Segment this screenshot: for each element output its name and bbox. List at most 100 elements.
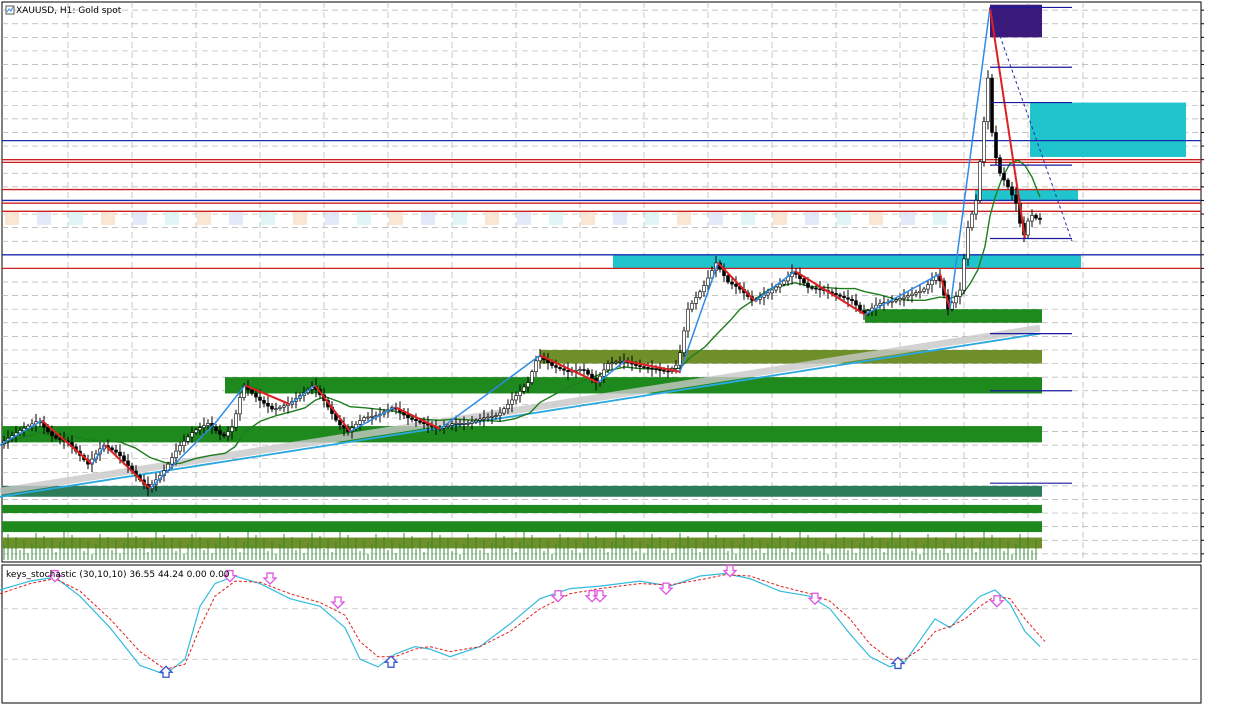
candle-body — [974, 200, 978, 215]
candle-body — [498, 412, 502, 416]
candle-body — [174, 450, 178, 458]
candle-body — [482, 417, 486, 420]
candle-body — [450, 423, 454, 426]
candle-body — [730, 281, 734, 285]
candle-body — [666, 370, 670, 373]
symbol-icon — [5, 5, 15, 15]
candle-body — [506, 404, 510, 409]
zone-green — [2, 485, 1042, 497]
candle-body — [674, 364, 678, 369]
candle-body — [214, 426, 218, 431]
candle-body — [226, 431, 230, 437]
candle-body — [978, 161, 982, 201]
session-box — [933, 211, 947, 225]
candle-body — [230, 426, 234, 432]
candle-body — [842, 296, 846, 299]
candle-body — [834, 293, 838, 296]
candle-body — [578, 369, 582, 371]
candle-body — [982, 121, 986, 162]
candle-body — [278, 406, 282, 409]
zone-cyan — [1030, 102, 1186, 157]
candle-body — [518, 390, 522, 396]
candle-body — [726, 275, 730, 283]
zone-cyan — [613, 254, 1081, 269]
candle-body — [606, 363, 610, 371]
candle-body — [702, 285, 706, 293]
candle-body — [962, 258, 966, 291]
candle-body — [122, 455, 126, 462]
candle-body — [170, 457, 174, 465]
session-box — [453, 211, 467, 225]
candle-body — [538, 356, 542, 362]
candle-body — [274, 408, 278, 410]
candle-body — [218, 430, 222, 435]
candle-body — [814, 287, 818, 290]
session-box — [357, 211, 371, 225]
session-box — [37, 211, 51, 225]
candle-body — [406, 414, 410, 419]
candle-body — [914, 292, 918, 295]
candle-body — [734, 283, 738, 287]
candle-body — [922, 288, 926, 292]
candle-body — [550, 362, 554, 366]
trading-chart[interactable]: XAUUSD, H1: Gold spot keys_stochastic (3… — [0, 0, 1252, 720]
session-box — [421, 211, 435, 225]
session-box — [741, 211, 755, 225]
session-box — [197, 211, 211, 225]
candle-body — [202, 425, 206, 429]
candle-body — [1006, 179, 1010, 188]
zone-green — [2, 521, 1042, 533]
candle-body — [650, 367, 654, 370]
candle-body — [418, 420, 422, 423]
candle-body — [238, 397, 242, 415]
session-box — [165, 211, 179, 225]
candle-body — [282, 405, 286, 408]
candle-body — [554, 365, 558, 368]
candle-body — [774, 286, 778, 291]
candle-body — [1014, 194, 1018, 204]
candle-body — [846, 297, 850, 300]
candle-body — [778, 283, 782, 288]
candle-body — [986, 77, 990, 122]
candle-body — [602, 369, 606, 377]
candle-body — [954, 296, 958, 304]
candle-body — [586, 369, 590, 375]
zone-cyan — [975, 189, 1078, 201]
candle-body — [182, 441, 186, 446]
candle-body — [222, 433, 226, 437]
candle-body — [466, 423, 470, 425]
candle-body — [638, 365, 642, 367]
session-box — [5, 211, 19, 225]
session-box — [293, 211, 307, 225]
price-panel[interactable] — [1, 1, 1202, 563]
candle-body — [782, 280, 786, 285]
candle-body — [614, 361, 618, 364]
candle-body — [802, 278, 806, 284]
candle-body — [906, 295, 910, 298]
candle-body — [642, 366, 646, 368]
candle-body — [810, 287, 814, 289]
session-box — [389, 211, 403, 225]
candle-body — [50, 431, 54, 437]
session-box — [837, 211, 851, 225]
candle-body — [178, 445, 182, 452]
candle-body — [446, 424, 450, 427]
zone-green — [2, 504, 1042, 514]
session-box — [229, 211, 243, 225]
candle-body — [250, 389, 254, 394]
candle-body — [918, 290, 922, 293]
candle-body — [766, 292, 770, 296]
session-box — [549, 211, 563, 225]
zone-olive — [2, 537, 1042, 549]
candle-body — [490, 415, 494, 418]
candle-body — [902, 296, 906, 299]
candle-body — [358, 420, 362, 425]
session-box — [645, 211, 659, 225]
candle-body — [262, 400, 266, 404]
candle-body — [770, 289, 774, 294]
candle-body — [410, 417, 414, 420]
zone-olive — [540, 349, 1042, 364]
session-box — [101, 211, 115, 225]
candle-body — [366, 416, 370, 419]
candle-body — [706, 277, 710, 286]
